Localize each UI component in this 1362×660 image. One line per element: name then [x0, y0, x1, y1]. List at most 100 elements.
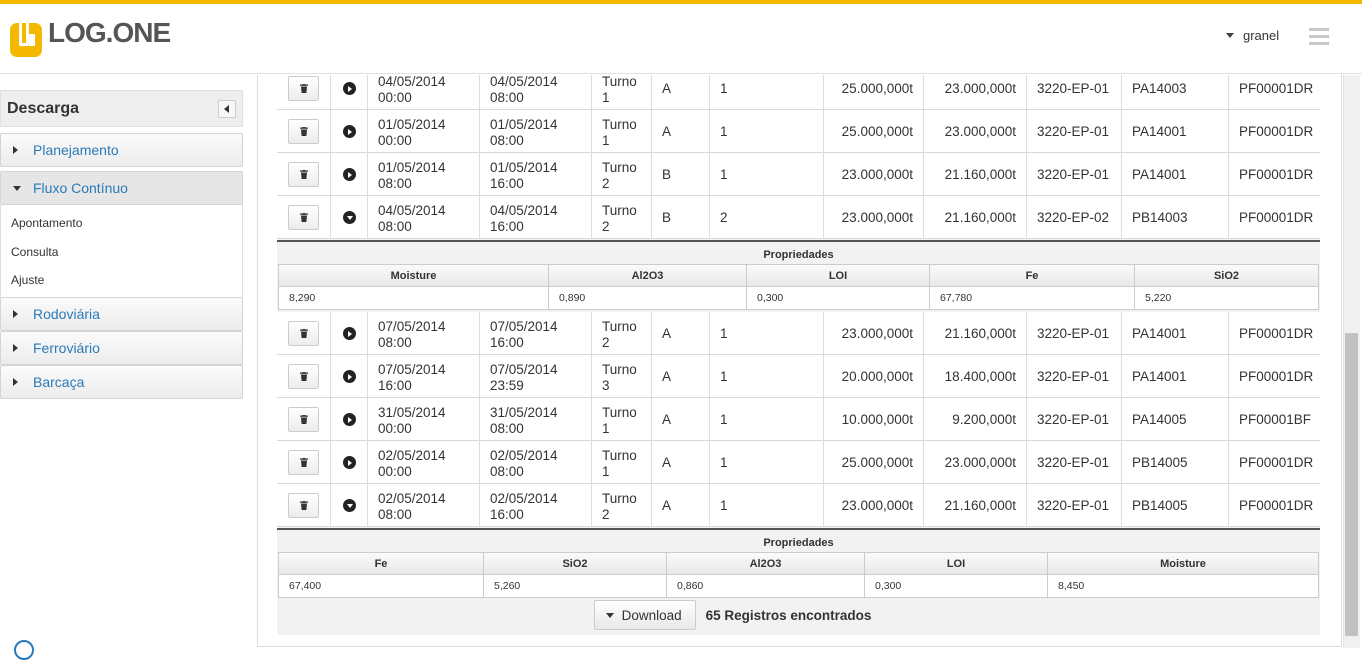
sidebar-item-planejamento[interactable]: Planejamento: [0, 133, 243, 167]
sequence: 1: [710, 153, 824, 196]
delete-button[interactable]: [288, 450, 319, 475]
planned-weight: 23.000,000t: [824, 196, 924, 239]
team: A: [652, 355, 710, 398]
end-datetime-line: 08:00: [490, 421, 524, 436]
sidebar-item-label: Planejamento: [33, 142, 119, 158]
sequence: 1: [710, 441, 824, 484]
sidebar-item-label: Barcaça: [33, 373, 85, 390]
property-header: SiO2: [483, 552, 666, 575]
trash-icon: [300, 170, 308, 179]
delete-button[interactable]: [288, 119, 319, 144]
collapse-circle-icon[interactable]: [343, 211, 356, 224]
expand-circle-icon[interactable]: [343, 168, 356, 181]
delete-button[interactable]: [288, 493, 319, 518]
shift-line: 3: [602, 378, 610, 393]
sidebar-item-fluxo-continuo[interactable]: Fluxo Contínuo: [0, 171, 243, 205]
sequence: 1: [710, 75, 824, 110]
collapse-sidebar-button[interactable]: [218, 100, 236, 118]
chevron-down-icon: [1226, 33, 1234, 38]
sidebar-item-label: Rodoviária: [33, 305, 100, 322]
shift-line: 2: [602, 507, 610, 522]
delete-button[interactable]: [288, 364, 319, 389]
end-datetime-line: 02/05/2014: [490, 491, 558, 506]
sidebar-item-barcaca[interactable]: Barcaça: [0, 364, 243, 399]
property-value: 67,780: [929, 287, 1134, 310]
property-header: Fe: [278, 552, 483, 575]
expand-circle-icon[interactable]: [343, 370, 356, 383]
sidebar-subitem-consulta[interactable]: Consulta: [1, 238, 242, 267]
chevron-right-icon: [13, 377, 18, 386]
end-datetime: 04/05/2014 08:00: [480, 75, 592, 110]
team: B: [652, 196, 710, 239]
sequence: 2: [710, 196, 824, 239]
properties-panel: Propriedades Fe 67,400 SiO2 5,260 Al2O3 0,860 L…: [277, 528, 1320, 599]
shift: Turno 2: [592, 153, 652, 196]
delete-cell: [277, 75, 331, 110]
collapse-circle-icon[interactable]: [343, 499, 356, 512]
records-table[interactable]: Download 65 Registros encontrados 04/05/…: [277, 75, 1320, 635]
end-datetime-line: 08:00: [490, 133, 524, 148]
property-value: 8,290: [278, 287, 548, 310]
property-header: Moisture: [278, 264, 548, 287]
table-row: 01/05/2014 00:00 01/05/2014 08:00 Turno 1 A 1 25…: [277, 110, 1320, 153]
sidebar-item-ferroviario[interactable]: Ferroviário: [0, 330, 243, 365]
start-datetime-line: 01/05/2014: [378, 160, 446, 175]
shift: Turno 1: [592, 398, 652, 441]
start-datetime: 01/05/2014 00:00: [368, 110, 480, 153]
planned-weight: 10.000,000t: [824, 398, 924, 441]
lot: PB14005: [1122, 441, 1229, 484]
expand-circle-icon[interactable]: [343, 82, 356, 95]
end-datetime: 07/05/2014 16:00: [480, 312, 592, 355]
end-datetime-line: 04/05/2014: [490, 75, 558, 89]
chevron-down-icon: [605, 612, 614, 618]
lot: PA14001: [1122, 153, 1229, 196]
start-datetime: 02/05/2014 08:00: [368, 484, 480, 527]
shift-line: 1: [602, 464, 610, 479]
equipment: 3220-EP-01: [1027, 484, 1122, 527]
delete-button[interactable]: [288, 407, 319, 432]
equipment: 3220-EP-01: [1027, 355, 1122, 398]
end-datetime-line: 07/05/2014: [490, 319, 558, 334]
delete-button[interactable]: [288, 205, 319, 230]
expand-circle-icon[interactable]: [343, 413, 356, 426]
start-datetime: 04/05/2014 08:00: [368, 196, 480, 239]
shift-line: Turno: [602, 448, 637, 463]
download-button[interactable]: Download: [593, 600, 696, 630]
start-datetime-line: 07/05/2014: [378, 362, 446, 377]
delete-button[interactable]: [288, 162, 319, 187]
logo[interactable]: LOG.ONE: [10, 17, 171, 57]
expand-circle-icon[interactable]: [343, 327, 356, 340]
equipment: 3220-EP-01: [1027, 153, 1122, 196]
start-datetime: 02/05/2014 00:00: [368, 441, 480, 484]
property-header: Moisture: [1047, 552, 1318, 575]
shift-line: 2: [602, 176, 610, 191]
expand-cell: [331, 398, 368, 441]
trash-icon: [300, 213, 308, 222]
delete-button[interactable]: [288, 76, 319, 101]
lot: PB14003: [1122, 196, 1229, 239]
lot: PA14005: [1122, 398, 1229, 441]
delete-cell: [277, 484, 331, 527]
start-datetime-line: 07/05/2014: [378, 319, 446, 334]
expand-circle-icon[interactable]: [343, 456, 356, 469]
planned-weight: 23.000,000t: [824, 484, 924, 527]
sidebar-subitem-apontamento[interactable]: Apontamento: [1, 209, 242, 238]
expand-cell: [331, 484, 368, 527]
sidebar-item-rodoviaria[interactable]: Rodoviária: [0, 296, 243, 331]
end-datetime-line: 16:00: [490, 176, 524, 191]
table-row: 31/05/2014 00:00 31/05/2014 08:00 Turno 1 A 1 10…: [277, 398, 1320, 441]
user-menu[interactable]: granel: [1226, 28, 1279, 43]
sidebar-subitem-ajuste[interactable]: Ajuste: [1, 266, 242, 295]
hamburger-menu-icon[interactable]: [1309, 28, 1329, 46]
expand-circle-icon[interactable]: [343, 125, 356, 138]
scrollbar-thumb[interactable]: [1345, 333, 1358, 636]
actual-weight: 23.000,000t: [924, 441, 1027, 484]
sequence: 1: [710, 110, 824, 153]
equipment: 3220-EP-01: [1027, 312, 1122, 355]
product: PF00001DR: [1239, 498, 1314, 513]
delete-button[interactable]: [288, 321, 319, 346]
start-datetime-line: 01/05/2014: [378, 117, 446, 132]
shift: Turno 3: [592, 355, 652, 398]
end-datetime-line: 02/05/2014: [490, 448, 558, 463]
trash-icon: [300, 329, 308, 338]
